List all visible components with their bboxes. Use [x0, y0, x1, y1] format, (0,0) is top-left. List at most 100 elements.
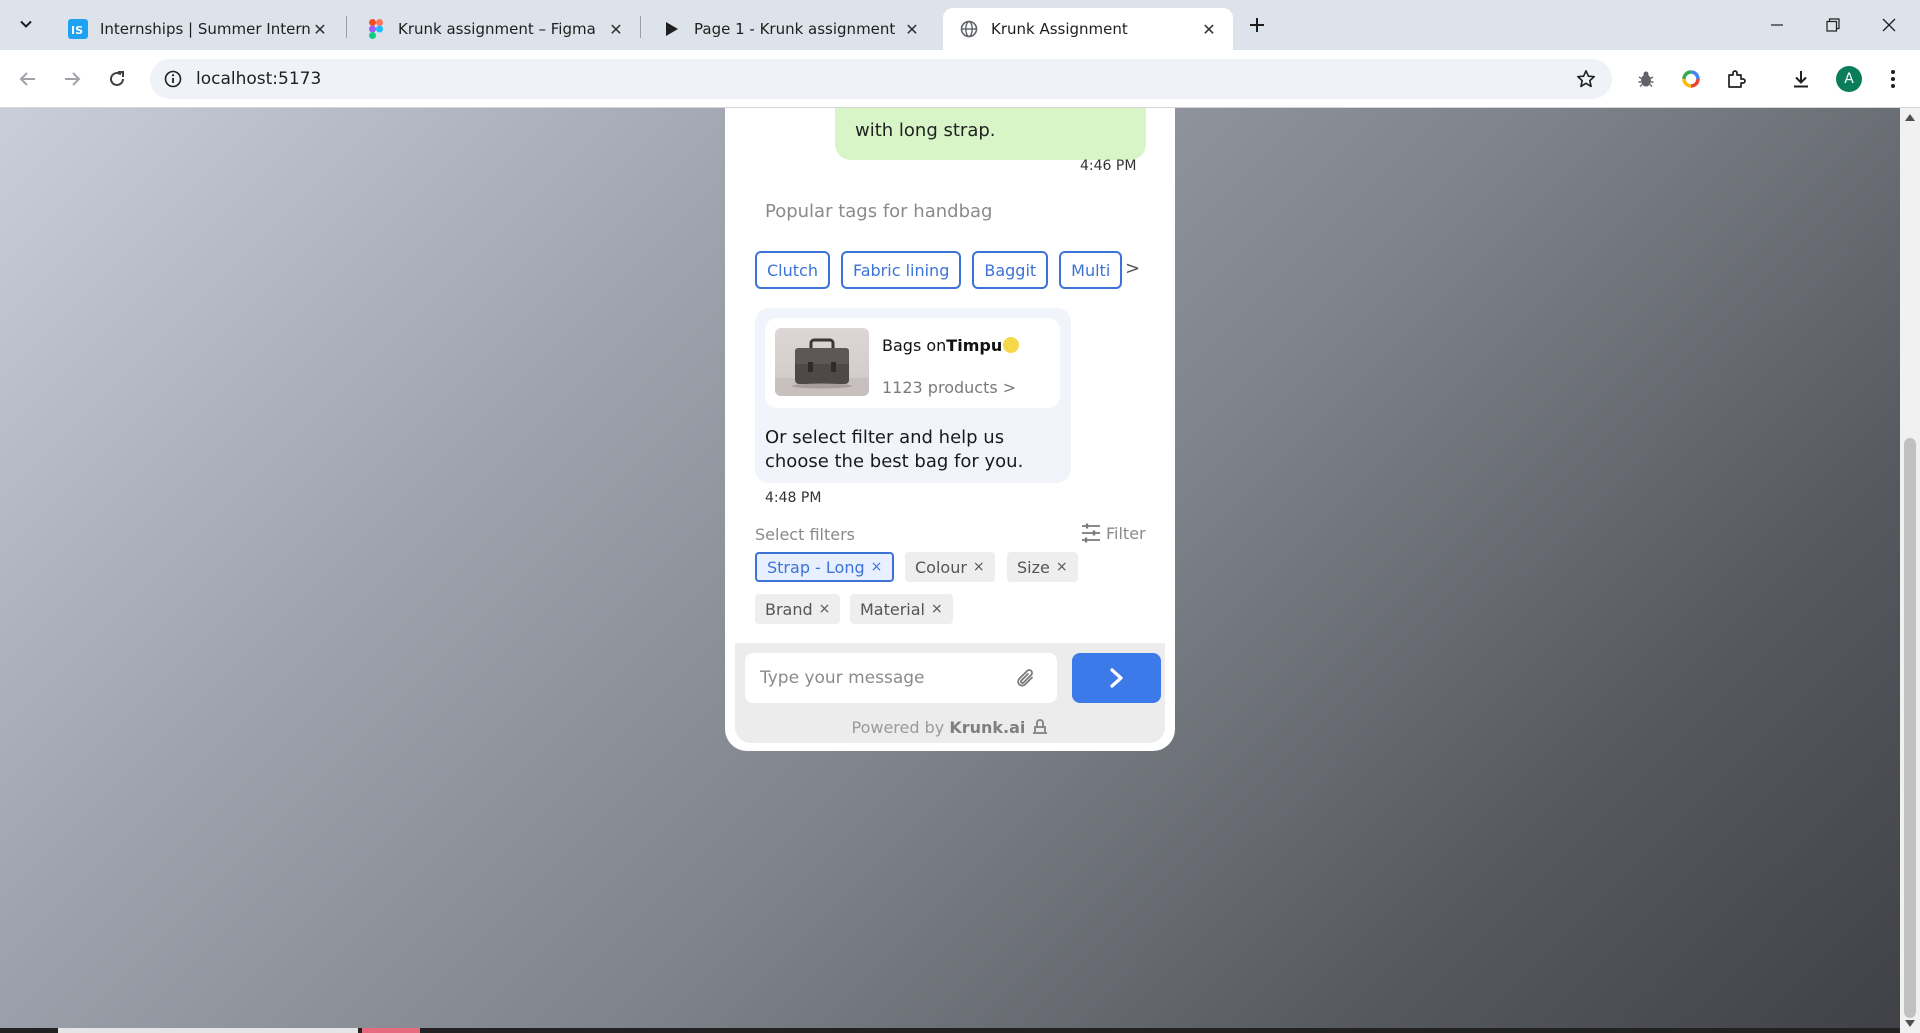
store-prefix: Bags on [882, 336, 947, 355]
color-ring-icon [1682, 70, 1700, 88]
attachment-icon[interactable] [1013, 666, 1039, 692]
downloads-button[interactable] [1786, 64, 1816, 94]
close-icon[interactable]: ✕ [310, 19, 330, 39]
profile-avatar[interactable]: A [1836, 66, 1862, 92]
filter-button[interactable]: Filter [1080, 522, 1146, 544]
popular-tags-row: Clutch Fabric lining Baggit Multi [755, 251, 1123, 289]
remove-icon[interactable]: × [1056, 559, 1068, 575]
tab-strip: IS Internships | Summer Internship ✕ Kru… [0, 0, 1920, 50]
filter-chip-label: Strap - Long [767, 557, 865, 577]
tab-separator [640, 16, 641, 38]
globe-icon [959, 19, 979, 39]
tab-search-button[interactable] [12, 10, 40, 38]
tab-title: Page 1 - Krunk assignment [694, 20, 896, 38]
filter-chip-size[interactable]: Size × [1007, 552, 1078, 582]
close-window-button[interactable] [1866, 8, 1912, 42]
scroll-down-arrow-icon[interactable] [1905, 1020, 1915, 1027]
svg-text:IS: IS [71, 24, 83, 37]
powered-prefix: Powered by [851, 718, 945, 737]
tab-figma[interactable]: Krunk assignment – Figma ✕ [350, 8, 640, 50]
restore-button[interactable] [1810, 8, 1856, 42]
filter-chip-label: Size [1017, 557, 1050, 577]
tab-title: Krunk Assignment [991, 20, 1128, 38]
site-info-icon[interactable] [162, 68, 184, 90]
tags-scroll-next[interactable]: > [1125, 258, 1140, 279]
taskbar-edge [0, 1028, 1900, 1033]
tag-chip[interactable]: Baggit [972, 251, 1049, 289]
store-card[interactable]: Bags onTimpu 1123 products > [765, 318, 1060, 408]
extension-bug-button[interactable] [1631, 64, 1661, 94]
extensions-button[interactable] [1721, 64, 1751, 94]
select-filters-title: Select filters [755, 525, 855, 544]
plus-icon [1250, 18, 1264, 32]
minimize-icon [1771, 24, 1783, 26]
download-icon [1794, 71, 1808, 88]
remove-icon[interactable]: × [931, 601, 943, 617]
remove-icon[interactable]: × [871, 559, 883, 575]
tab-internships[interactable]: IS Internships | Summer Internship ✕ [52, 8, 344, 50]
message-input[interactable] [745, 653, 1057, 703]
tag-chip[interactable]: Clutch [755, 251, 830, 289]
filter-chip-brand[interactable]: Brand × [755, 594, 841, 624]
chevron-right-icon [1109, 668, 1123, 688]
store-products-link[interactable]: 1123 products > [882, 378, 1016, 397]
bookmark-star-icon[interactable] [1574, 67, 1598, 91]
chevron-down-icon [20, 20, 32, 28]
forward-button[interactable] [57, 64, 87, 94]
close-icon[interactable]: ✕ [606, 19, 626, 39]
remove-icon[interactable]: × [819, 601, 831, 617]
store-products-count: 1123 products [882, 378, 998, 397]
filter-chip-label: Material [860, 599, 925, 619]
url-text: localhost:5173 [196, 69, 322, 89]
send-button[interactable] [1072, 653, 1161, 703]
store-name: Bags onTimpu [882, 336, 1020, 355]
sliders-icon [1082, 523, 1100, 543]
scrollbar-thumb[interactable] [1904, 438, 1916, 1018]
close-icon[interactable]: ✕ [1199, 19, 1219, 39]
verified-badge-icon [1003, 337, 1020, 353]
scroll-up-arrow-icon[interactable] [1905, 114, 1915, 121]
page-scrollbar[interactable] [1900, 108, 1920, 1033]
tab-title: Krunk assignment – Figma [398, 20, 596, 38]
briefcase-icon [775, 338, 869, 396]
powered-by: Powered by Krunk.ai [725, 718, 1175, 737]
filter-chip-material[interactable]: Material × [850, 594, 953, 624]
arrow-left-icon [19, 72, 35, 86]
user-message-bubble: with long strap. [835, 108, 1146, 160]
user-message-time: 4:46 PM [1080, 158, 1137, 174]
chevron-right-icon: > [1002, 378, 1017, 397]
filter-button-label: Filter [1106, 523, 1146, 543]
reload-button[interactable] [102, 64, 132, 94]
taskbar-item [58, 1028, 358, 1033]
arrow-right-icon [65, 72, 81, 86]
close-icon[interactable]: ✕ [902, 19, 922, 39]
filter-chip-colour[interactable]: Colour × [905, 552, 995, 582]
minimize-button[interactable] [1754, 8, 1800, 42]
new-tab-button[interactable] [1244, 12, 1270, 38]
tag-chip[interactable]: Multi [1059, 251, 1123, 289]
store-brand: Timpu [946, 336, 1003, 355]
extension-color-button[interactable] [1676, 64, 1706, 94]
play-icon [662, 19, 682, 39]
chat-widget: with long strap. 4:46 PM Popular tags fo… [725, 108, 1175, 751]
page-viewport: with long strap. 4:46 PM Popular tags fo… [0, 108, 1900, 1033]
restore-icon [1826, 18, 1840, 32]
powered-brand: Krunk.ai [949, 718, 1026, 737]
browser-toolbar: localhost:5173 A [0, 50, 1920, 108]
user-message-text: with long strap. [855, 120, 996, 141]
browser-menu-button[interactable] [1878, 64, 1908, 94]
figma-icon [366, 19, 386, 39]
reload-icon [110, 71, 124, 86]
krunk-logo-icon [1032, 719, 1047, 734]
address-bar[interactable]: localhost:5173 [150, 59, 1612, 99]
tab-krunk-assignment[interactable]: Krunk Assignment ✕ [943, 8, 1233, 50]
remove-icon[interactable]: × [973, 559, 985, 575]
filter-chip-label: Colour [915, 557, 967, 577]
bot-message-time: 4:48 PM [765, 490, 822, 506]
back-button[interactable] [13, 64, 43, 94]
tab-page1[interactable]: Page 1 - Krunk assignment ✕ [646, 8, 936, 50]
more-vertical-icon [1891, 70, 1895, 88]
tag-chip[interactable]: Fabric lining [840, 251, 962, 289]
tab-title: Internships | Summer Internship [100, 20, 310, 38]
filter-chip-strap[interactable]: Strap - Long × [755, 552, 895, 582]
